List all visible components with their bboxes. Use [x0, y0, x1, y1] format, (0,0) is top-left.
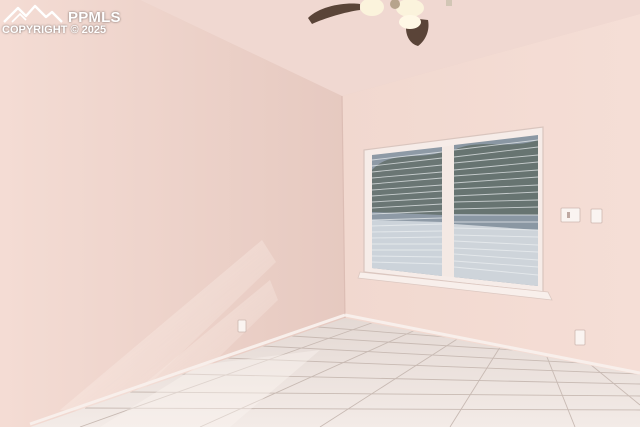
- wall-outlet-right: [574, 329, 586, 346]
- room-illustration: [0, 0, 640, 427]
- window-mullion: [442, 145, 454, 277]
- wall-outlet-left: [237, 319, 247, 333]
- window: [357, 126, 553, 301]
- watermark-copyright: COPYRIGHT © 2025: [2, 24, 107, 36]
- mountain-logo-icon: [3, 4, 63, 23]
- light-switch: [560, 207, 581, 223]
- light-switch-single: [590, 208, 603, 224]
- room-photo: PPMLS COPYRIGHT © 2025: [0, 0, 640, 427]
